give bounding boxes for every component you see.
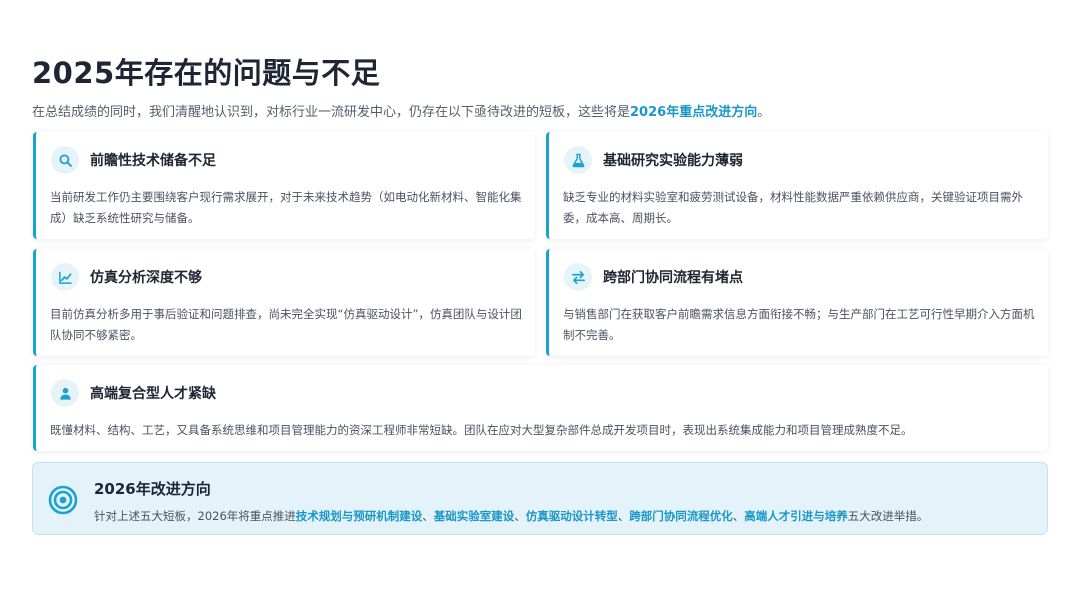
search-icon xyxy=(51,146,79,174)
summary-item: 高端人才引进与培养 xyxy=(744,509,848,523)
card-title: 仿真分析深度不够 xyxy=(90,270,202,286)
card-description: 既懂材料、结构、工艺，又具备系统思维和项目管理能力的资深工程师非常短缺。团队在应… xyxy=(50,423,913,437)
summary-title: 2026年改进方向 xyxy=(94,480,211,498)
summary-suffix: 五大改进举措。 xyxy=(847,509,929,523)
card-description: 缺乏专业的材料实验室和疲劳测试设备，材料性能数据严重依赖供应商，关键验证项目需外… xyxy=(563,190,1023,225)
summary-item: 仿真驱动设计转型 xyxy=(525,509,618,523)
card-description: 当前研发工作仍主要围绕客户现行需求展开，对于未来技术趋势（如电动化新材料、智能化… xyxy=(50,190,522,225)
slide: 2025年存在的问题与不足 在总结成绩的同时，我们清醒地认识到，对标行业一流研发… xyxy=(0,0,1080,608)
improvement-summary: 2026年改进方向 针对上述五大短板，2026年将重点推进技术规划与预研机制建设… xyxy=(32,462,1048,535)
problem-card-talent: 高端复合型人才紧缺 既懂材料、结构、工艺，又具备系统思维和项目管理能力的资深工程… xyxy=(33,365,1048,451)
card-title: 前瞻性技术储备不足 xyxy=(90,153,216,169)
page-title: 2025年存在的问题与不足 xyxy=(32,56,381,90)
flask-icon xyxy=(564,146,592,174)
summary-separator: 、 xyxy=(514,509,526,523)
summary-prefix: 针对上述五大短板，2026年将重点推进 xyxy=(94,509,296,523)
problem-card-collaboration: 跨部门协同流程有堵点 与销售部门在获取客户前瞻需求信息方面衔接不畅；与生产部门在… xyxy=(546,249,1048,356)
chart-line-icon xyxy=(51,263,79,291)
summary-separator: 、 xyxy=(422,509,434,523)
card-description: 目前仿真分析多用于事后验证和问题排查，尚未完全实现“仿真驱动设计”，仿真团队与设… xyxy=(50,307,522,342)
subtitle-highlight: 2026年重点改进方向 xyxy=(630,105,758,120)
summary-description: 针对上述五大短板，2026年将重点推进技术规划与预研机制建设、基础实验室建设、仿… xyxy=(94,508,928,524)
summary-item: 技术规划与预研机制建设 xyxy=(295,509,423,523)
problem-card-tech-reserve: 前瞻性技术储备不足 当前研发工作仍主要围绕客户现行需求展开，对于未来技术趋势（如… xyxy=(33,132,535,239)
card-title: 跨部门协同流程有堵点 xyxy=(603,270,743,286)
subtitle-text: 在总结成绩的同时，我们清醒地认识到，对标行业一流研发中心，仍存在以下亟待改进的短… xyxy=(32,105,631,120)
summary-item: 跨部门协同流程优化 xyxy=(629,509,733,523)
problem-card-lab-capability: 基础研究实验能力薄弱 缺乏专业的材料实验室和疲劳测试设备，材料性能数据严重依赖供… xyxy=(546,132,1048,239)
page-subtitle: 在总结成绩的同时，我们清醒地认识到，对标行业一流研发中心，仍存在以下亟待改进的短… xyxy=(32,101,770,120)
summary-separator: 、 xyxy=(732,509,745,523)
card-title: 高端复合型人才紧缺 xyxy=(90,386,216,402)
summary-separator: 、 xyxy=(617,509,630,523)
card-description: 与销售部门在获取客户前瞻需求信息方面衔接不畅；与生产部门在工艺可行性早期介入方面… xyxy=(563,307,1035,342)
subtitle-end: 。 xyxy=(757,105,771,120)
card-title: 基础研究实验能力薄弱 xyxy=(603,153,743,169)
user-icon xyxy=(51,379,79,407)
summary-item: 基础实验室建设 xyxy=(433,509,515,523)
target-icon xyxy=(48,485,78,515)
exchange-icon xyxy=(564,263,592,291)
problem-card-simulation: 仿真分析深度不够 目前仿真分析多用于事后验证和问题排查，尚未完全实现“仿真驱动设… xyxy=(33,249,535,356)
